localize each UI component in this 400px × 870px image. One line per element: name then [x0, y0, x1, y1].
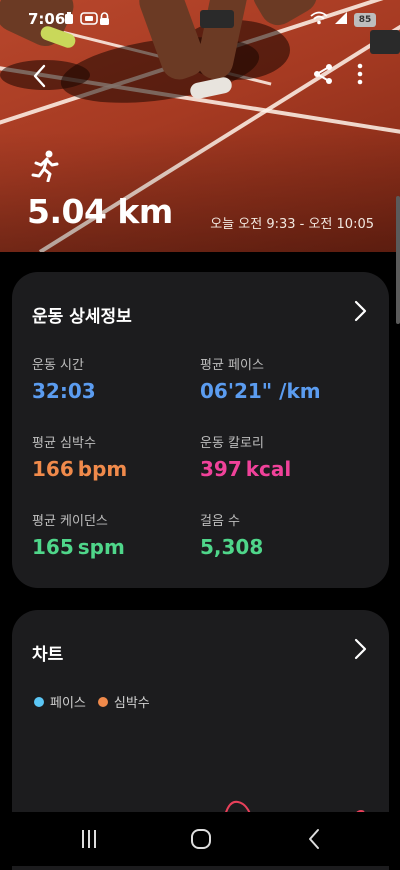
- metric-avg-pace: 평균 페이스 06'21" /km: [200, 354, 321, 403]
- metric-calories: 운동 칼로리 397 kcal: [200, 432, 291, 481]
- metric-value: 32:03: [32, 379, 96, 403]
- more-vertical-icon: [357, 63, 363, 85]
- workout-details-card[interactable]: 운동 상세정보 운동 시간 32:03 평균 페이스 06'21" /km 평균…: [12, 272, 389, 588]
- legend-label: 페이스: [50, 696, 86, 711]
- metric-steps: 걸음 수 5,308: [200, 510, 263, 559]
- back-button[interactable]: [28, 62, 52, 90]
- recent-apps-button[interactable]: [80, 828, 98, 850]
- metric-value: 397 kcal: [200, 457, 292, 481]
- nav-back-button[interactable]: [306, 828, 322, 850]
- signal-icon: [334, 10, 348, 29]
- metric-value: 06'21" /km: [200, 379, 321, 403]
- status-time: 7:06: [28, 10, 66, 28]
- battery-level: 85: [354, 12, 376, 27]
- chevron-left-icon: [33, 64, 46, 88]
- wifi-icon: [310, 10, 328, 29]
- metric-value: 166 bpm: [32, 457, 128, 481]
- home-button[interactable]: [190, 828, 212, 850]
- status-bar: 7:06 85: [0, 0, 400, 36]
- legend-item-heart-rate: 심박수: [97, 692, 150, 711]
- metric-label: 평균 페이스: [200, 358, 264, 373]
- share-icon: [314, 64, 332, 84]
- legend-item-pace: 페이스: [34, 692, 86, 711]
- metric-avg-cadence: 평균 케이던스 165 spm: [32, 510, 125, 559]
- metric-workout-time: 운동 시간 32:03: [32, 354, 96, 403]
- metric-value: 5,308: [200, 535, 264, 559]
- distance-value: 5.04 km: [27, 192, 173, 231]
- home-icon: [191, 829, 211, 849]
- metric-label: 평균 심박수: [32, 436, 96, 451]
- metric-label: 운동 시간: [32, 358, 84, 373]
- metric-label: 운동 칼로리: [200, 436, 264, 451]
- legend-dot: [34, 696, 44, 707]
- legend-dot: [97, 696, 108, 707]
- battery-saver-icon: [64, 12, 74, 28]
- chevron-right-icon[interactable]: [353, 638, 367, 660]
- recents-icon: [82, 830, 96, 848]
- more-options-button[interactable]: [350, 62, 370, 86]
- legend-label: 심박수: [113, 696, 150, 711]
- workout-time-range: 오늘 오전 9:33 - 오전 10:05: [210, 217, 374, 232]
- details-title: 운동 상세정보: [32, 307, 132, 327]
- scrollbar[interactable]: [396, 196, 400, 324]
- metric-label: 걸음 수: [200, 514, 241, 529]
- system-nav-bar: [0, 812, 400, 866]
- metric-label: 평균 케이던스: [32, 514, 108, 529]
- share-button[interactable]: [311, 62, 335, 86]
- chart-title: 차트: [32, 645, 64, 665]
- chart-legend: 페이스 심박수: [34, 692, 162, 711]
- cast-icon: [80, 12, 98, 28]
- chevron-right-icon[interactable]: [353, 300, 367, 322]
- nav-back-icon: [309, 829, 319, 849]
- metric-value: 165 spm: [32, 535, 125, 559]
- lock-icon: [99, 12, 110, 28]
- metric-avg-heart-rate: 평균 심박수 166 bpm: [32, 432, 127, 481]
- running-icon: [30, 150, 60, 183]
